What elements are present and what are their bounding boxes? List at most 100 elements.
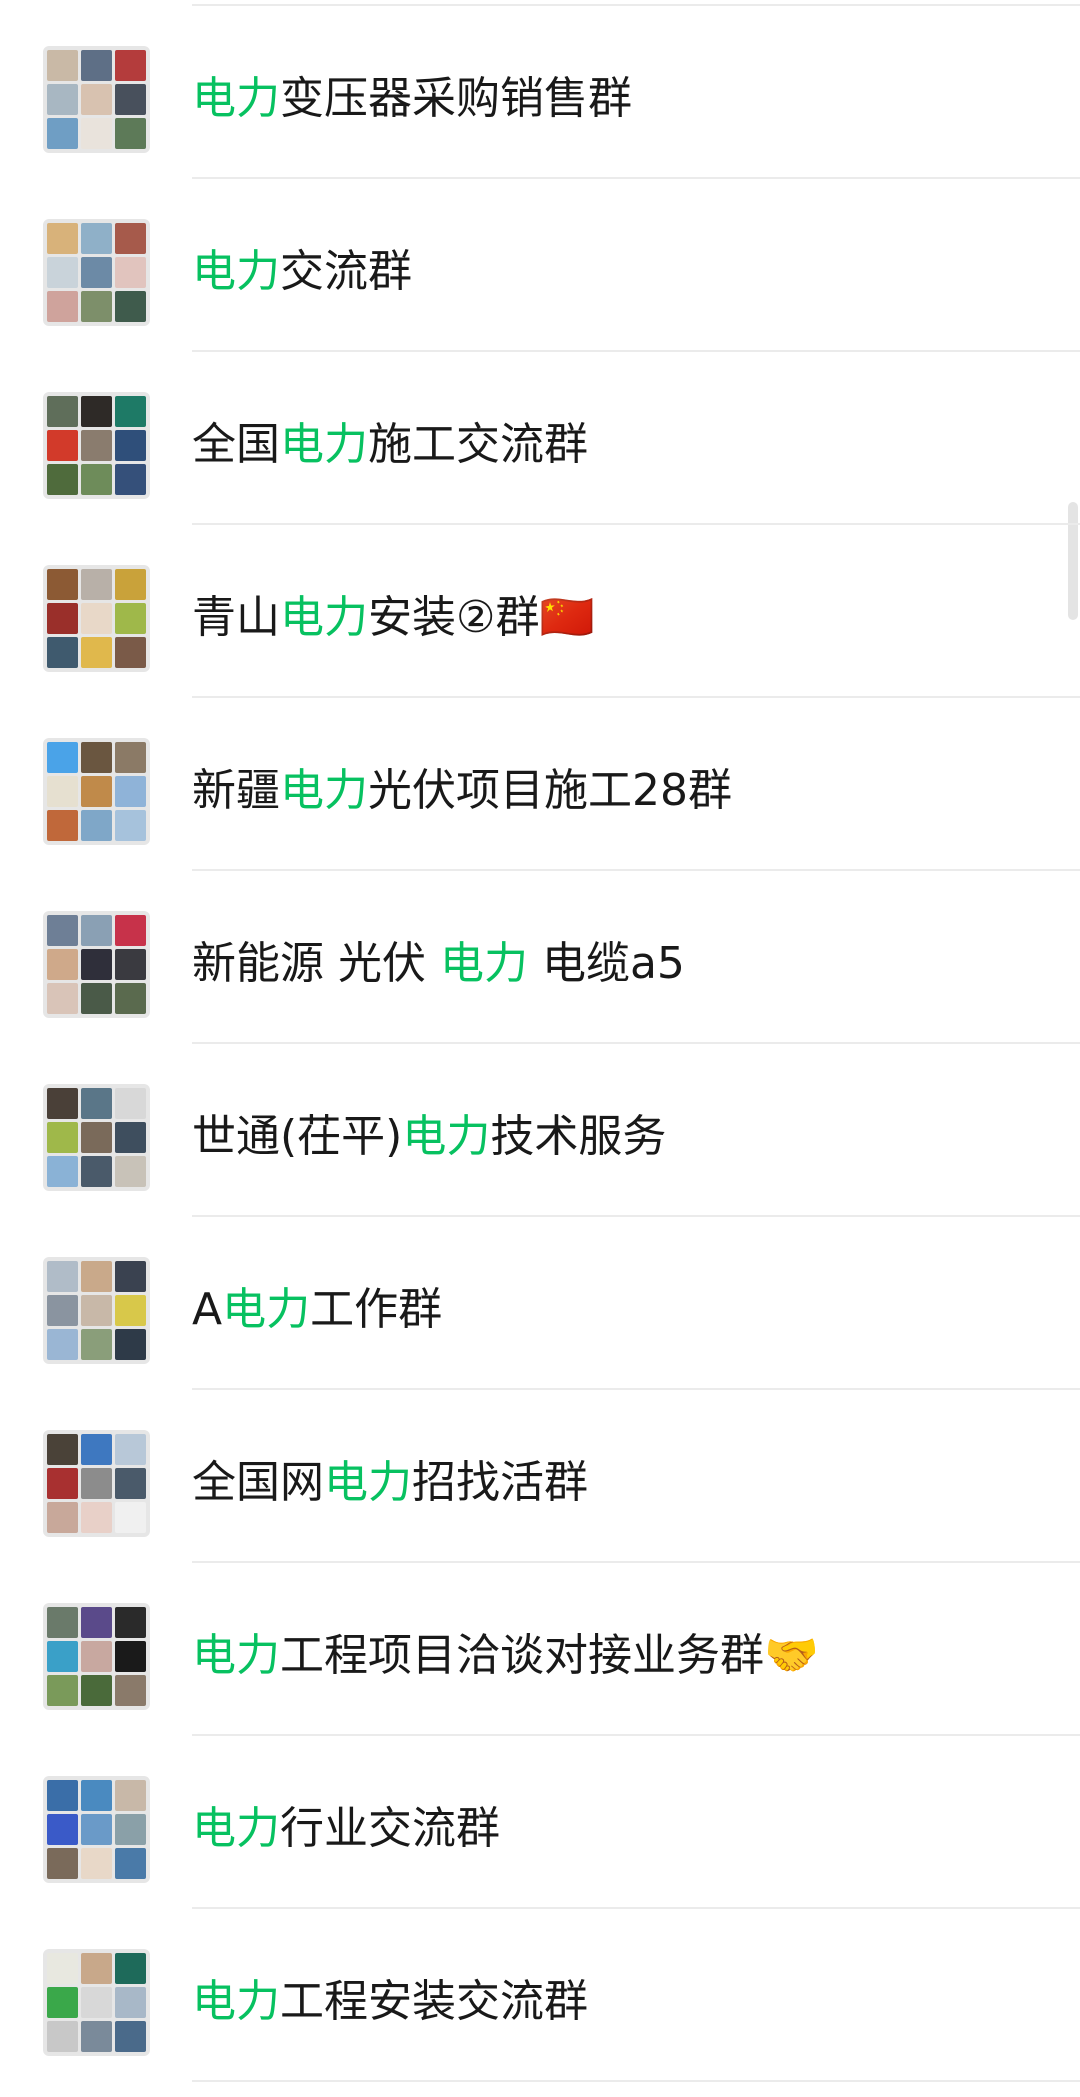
group-avatar: [43, 392, 150, 499]
member-avatar-thumbnail: [81, 915, 112, 946]
member-avatar-thumbnail: [47, 1848, 78, 1879]
member-avatar-thumbnail: [81, 291, 112, 322]
search-keyword-highlight: 电力: [439, 938, 528, 989]
search-keyword-highlight: 电力: [280, 592, 368, 643]
group-name-prefix: A: [192, 1284, 223, 1335]
group-name-suffix: 安装②群🇨🇳: [368, 592, 595, 643]
group-name: 电力工程项目洽谈对接业务群🤝: [192, 1626, 819, 1686]
member-avatar-thumbnail: [81, 1434, 112, 1465]
member-avatar-thumbnail: [81, 603, 112, 634]
member-avatar-thumbnail: [115, 257, 146, 288]
search-keyword-highlight: 电力: [280, 765, 368, 816]
group-list-item[interactable]: 电力行业交流群: [0, 1736, 1080, 1909]
member-avatar-thumbnail: [47, 1607, 78, 1638]
member-avatar-thumbnail: [115, 1261, 146, 1292]
member-avatar-thumbnail: [47, 569, 78, 600]
member-avatar-thumbnail: [81, 430, 112, 461]
search-keyword-highlight: 电力: [192, 73, 280, 124]
member-avatar-thumbnail: [81, 396, 112, 427]
member-avatar-thumbnail: [47, 464, 78, 495]
member-avatar-thumbnail: [47, 915, 78, 946]
member-avatar-thumbnail: [81, 637, 112, 668]
member-avatar-thumbnail: [47, 1295, 78, 1326]
member-avatar-thumbnail: [115, 1088, 146, 1119]
member-avatar-thumbnail: [81, 776, 112, 807]
group-name-prefix: 新疆: [192, 765, 280, 816]
member-avatar-thumbnail: [47, 983, 78, 1014]
group-list-item[interactable]: 电力变压器采购销售群: [0, 6, 1080, 179]
member-avatar-thumbnail: [81, 742, 112, 773]
member-avatar-thumbnail: [47, 223, 78, 254]
group-name-suffix: 电缆a5: [527, 938, 685, 989]
group-list-item[interactable]: A电力工作群: [0, 1217, 1080, 1390]
member-avatar-thumbnail: [115, 50, 146, 81]
member-avatar-thumbnail: [81, 2021, 112, 2052]
group-name: 世通(茌平)电力技术服务: [192, 1107, 666, 1167]
member-avatar-thumbnail: [47, 742, 78, 773]
group-name-suffix: 招找活群: [412, 1457, 588, 1508]
member-avatar-thumbnail: [81, 1780, 112, 1811]
member-avatar-thumbnail: [115, 1953, 146, 1984]
search-keyword-highlight: 电力: [324, 1457, 412, 1508]
group-name: 电力工程安装交流群: [192, 1972, 588, 2032]
group-avatar: [43, 46, 150, 153]
member-avatar-thumbnail: [115, 949, 146, 980]
member-avatar-thumbnail: [47, 1953, 78, 1984]
member-avatar-thumbnail: [115, 1295, 146, 1326]
member-avatar-thumbnail: [81, 50, 112, 81]
member-avatar-thumbnail: [115, 1641, 146, 1672]
member-avatar-thumbnail: [115, 1780, 146, 1811]
member-avatar-thumbnail: [115, 1987, 146, 2018]
member-avatar-thumbnail: [115, 1814, 146, 1845]
member-avatar-thumbnail: [81, 949, 112, 980]
group-list-item[interactable]: 新能源 光伏 电力 电缆a5: [0, 871, 1080, 1044]
group-list-item[interactable]: 全国网电力招找活群: [0, 1390, 1080, 1563]
search-keyword-highlight: 电力: [222, 1284, 311, 1335]
search-keyword-highlight: 电力: [192, 1630, 280, 1681]
member-avatar-thumbnail: [81, 1156, 112, 1187]
member-avatar-thumbnail: [81, 257, 112, 288]
group-list-item[interactable]: 电力工程安装交流群: [0, 1909, 1080, 2082]
member-avatar-thumbnail: [47, 1434, 78, 1465]
member-avatar-thumbnail: [47, 50, 78, 81]
member-avatar-thumbnail: [47, 810, 78, 841]
member-avatar-thumbnail: [115, 118, 146, 149]
group-list-item[interactable]: 青山电力安装②群🇨🇳: [0, 525, 1080, 698]
member-avatar-thumbnail: [81, 1607, 112, 1638]
search-keyword-highlight: 电力: [192, 1976, 280, 2027]
search-keyword-highlight: 电力: [402, 1111, 491, 1162]
member-avatar-thumbnail: [47, 84, 78, 115]
group-list-item[interactable]: 世通(茌平)电力技术服务: [0, 1044, 1080, 1217]
member-avatar-thumbnail: [47, 118, 78, 149]
group-avatar: [43, 219, 150, 326]
group-list-item[interactable]: 全国电力施工交流群: [0, 352, 1080, 525]
member-avatar-thumbnail: [47, 1156, 78, 1187]
member-avatar-thumbnail: [47, 1675, 78, 1706]
member-avatar-thumbnail: [47, 1502, 78, 1533]
member-avatar-thumbnail: [81, 810, 112, 841]
member-avatar-thumbnail: [47, 1641, 78, 1672]
member-avatar-thumbnail: [47, 1987, 78, 2018]
group-search-results: 电力变压器采购销售群 电力交流群 全国电力施工交流群 青山电力安装②群🇨🇳 新疆电力光伏…: [0, 0, 1080, 2097]
search-keyword-highlight: 电力: [192, 246, 280, 297]
group-list-item[interactable]: 新疆电力光伏项目施工28群: [0, 698, 1080, 871]
group-name-prefix: 世通(茌平): [192, 1111, 403, 1162]
member-avatar-thumbnail: [115, 1502, 146, 1533]
member-avatar-thumbnail: [115, 776, 146, 807]
group-name-suffix: 交流群: [280, 246, 412, 297]
member-avatar-thumbnail: [115, 1156, 146, 1187]
member-avatar-thumbnail: [81, 118, 112, 149]
member-avatar-thumbnail: [115, 2021, 146, 2052]
group-list-item[interactable]: 电力工程项目洽谈对接业务群🤝: [0, 1563, 1080, 1736]
member-avatar-thumbnail: [115, 1122, 146, 1153]
member-avatar-thumbnail: [47, 257, 78, 288]
member-avatar-thumbnail: [81, 1848, 112, 1879]
group-list-item[interactable]: 电力交流群: [0, 179, 1080, 352]
member-avatar-thumbnail: [81, 1953, 112, 1984]
member-avatar-thumbnail: [115, 637, 146, 668]
group-name-suffix: 工程安装交流群: [280, 1976, 588, 2027]
member-avatar-thumbnail: [115, 84, 146, 115]
group-name-suffix: 技术服务: [490, 1111, 667, 1162]
group-avatar: [43, 911, 150, 1018]
member-avatar-thumbnail: [115, 915, 146, 946]
